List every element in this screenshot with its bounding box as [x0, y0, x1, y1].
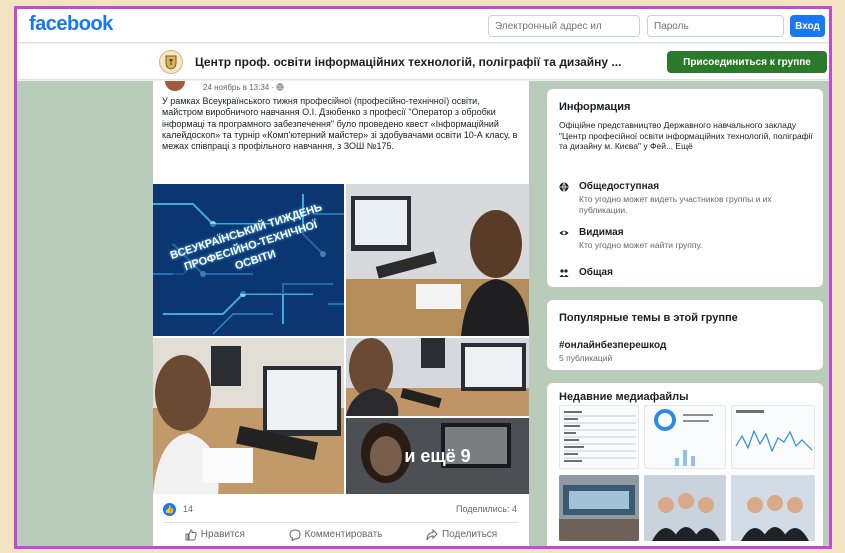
photo-scene [153, 338, 344, 494]
media-thumb-5[interactable] [644, 475, 726, 541]
photo-student-3[interactable] [346, 338, 529, 416]
top-navigation-bar: facebook Вход [17, 9, 829, 43]
table-screenshot [560, 406, 638, 468]
media-thumb-4[interactable] [559, 475, 639, 541]
media-title: Недавние медиафайлы [559, 391, 689, 403]
share-button[interactable]: Поделиться [426, 528, 498, 541]
globe-icon [559, 182, 569, 192]
comment-button[interactable]: Комментировать [289, 528, 383, 541]
info-row-visible: Видимая Кто угодно может найти группу. [559, 227, 815, 255]
post-body-text: У рамках Всеукраїнського тижня професійн… [162, 96, 518, 152]
line-chart-screenshot [732, 406, 814, 468]
share-label: Поделиться [441, 529, 498, 540]
group-info-card: Информация Офіційне представництво Держа… [547, 89, 823, 287]
comment-icon [289, 528, 301, 541]
like-button[interactable]: Нравится [185, 528, 245, 541]
login-button[interactable]: Вход [790, 15, 825, 37]
media-thumb-1[interactable] [559, 405, 639, 469]
info-row-general: Общая [559, 267, 815, 281]
media-grid [559, 405, 815, 545]
info-description: Офіційне представництво Державного навча… [559, 120, 813, 151]
photo-student-2[interactable] [153, 338, 344, 494]
public-subtitle: Кто угодно может видеть участников групп… [579, 194, 772, 215]
photo-scene [559, 475, 639, 541]
thumbs-up-icon [185, 528, 197, 540]
share-count[interactable]: Поделились: 4 [456, 504, 517, 514]
people-icon [559, 268, 569, 278]
public-title: Общедоступная [579, 181, 660, 192]
popular-topics-card: Популярные темы в этой группе #онлайнбез… [547, 300, 823, 370]
info-title: Информация [559, 101, 631, 113]
visible-title: Видимая [579, 227, 624, 238]
topics-title: Популярные темы в этой группе [559, 312, 738, 324]
media-thumb-3[interactable] [731, 405, 815, 469]
photo-scene [346, 338, 529, 416]
group-title[interactable]: Центр проф. освіти інформаційних техноло… [195, 55, 621, 69]
globe-icon [276, 83, 284, 91]
photo-more[interactable]: и ещё 9 [346, 418, 529, 494]
join-group-button[interactable]: Присоединиться к группе [667, 51, 827, 73]
photo-banner[interactable]: ВСЕУКРАЇНСЬКИЙ ТИЖДЕНЬ ПРОФЕСІЙНО-ТЕХНІЧ… [153, 184, 344, 336]
post-photo-grid: ВСЕУКРАЇНСЬКИЙ ТИЖДЕНЬ ПРОФЕСІЙНО-ТЕХНІЧ… [153, 184, 529, 494]
group-header-bar: Центр проф. освіти інформаційних техноло… [17, 44, 829, 80]
reaction-counts: 👍 14 Поделились: 4 [153, 501, 529, 519]
recent-media-card: Недавние медиафайлы [547, 383, 823, 546]
comment-label: Комментировать [304, 529, 383, 540]
post-time-text: 24 ноябрь в 13:34 · [203, 83, 277, 92]
like-count[interactable]: 14 [183, 504, 193, 514]
browser-frame: facebook Вход Центр проф. освіти інформа… [14, 6, 832, 549]
group-avatar[interactable] [159, 50, 183, 74]
like-reaction-icon: 👍 [163, 503, 176, 516]
photo-student-1[interactable] [346, 184, 529, 336]
photo-scene [346, 184, 529, 336]
photo-scene [644, 475, 726, 541]
password-field[interactable] [647, 15, 784, 37]
general-title: Общая [579, 267, 613, 278]
author-avatar[interactable] [165, 81, 185, 91]
info-row-public: Общедоступная Кто угодно может видеть уч… [559, 181, 815, 215]
eye-icon [559, 228, 569, 238]
topic-hashtag[interactable]: #онлайнбезперешкод [559, 340, 666, 351]
media-thumb-2[interactable] [644, 405, 726, 469]
share-icon [426, 528, 438, 540]
topic-count: 5 публикаций [559, 353, 613, 363]
crest-icon [165, 55, 177, 70]
like-label: Нравится [200, 529, 245, 540]
visible-subtitle: Кто угодно может найти группу. [579, 240, 703, 250]
more-photos-overlay[interactable]: и ещё 9 [346, 418, 529, 494]
post-timestamp[interactable]: 24 ноябрь в 13:34 · [203, 83, 284, 92]
post-card: 24 ноябрь в 13:34 · У рамках Всеукраїнсь… [153, 81, 529, 546]
dashboard-screenshot [645, 406, 725, 468]
photo-scene [731, 475, 815, 541]
facebook-logo[interactable]: facebook [29, 13, 113, 36]
email-field[interactable] [488, 15, 640, 37]
media-thumb-6[interactable] [731, 475, 815, 541]
post-actions: Нравится Комментировать Поделиться [163, 522, 519, 546]
